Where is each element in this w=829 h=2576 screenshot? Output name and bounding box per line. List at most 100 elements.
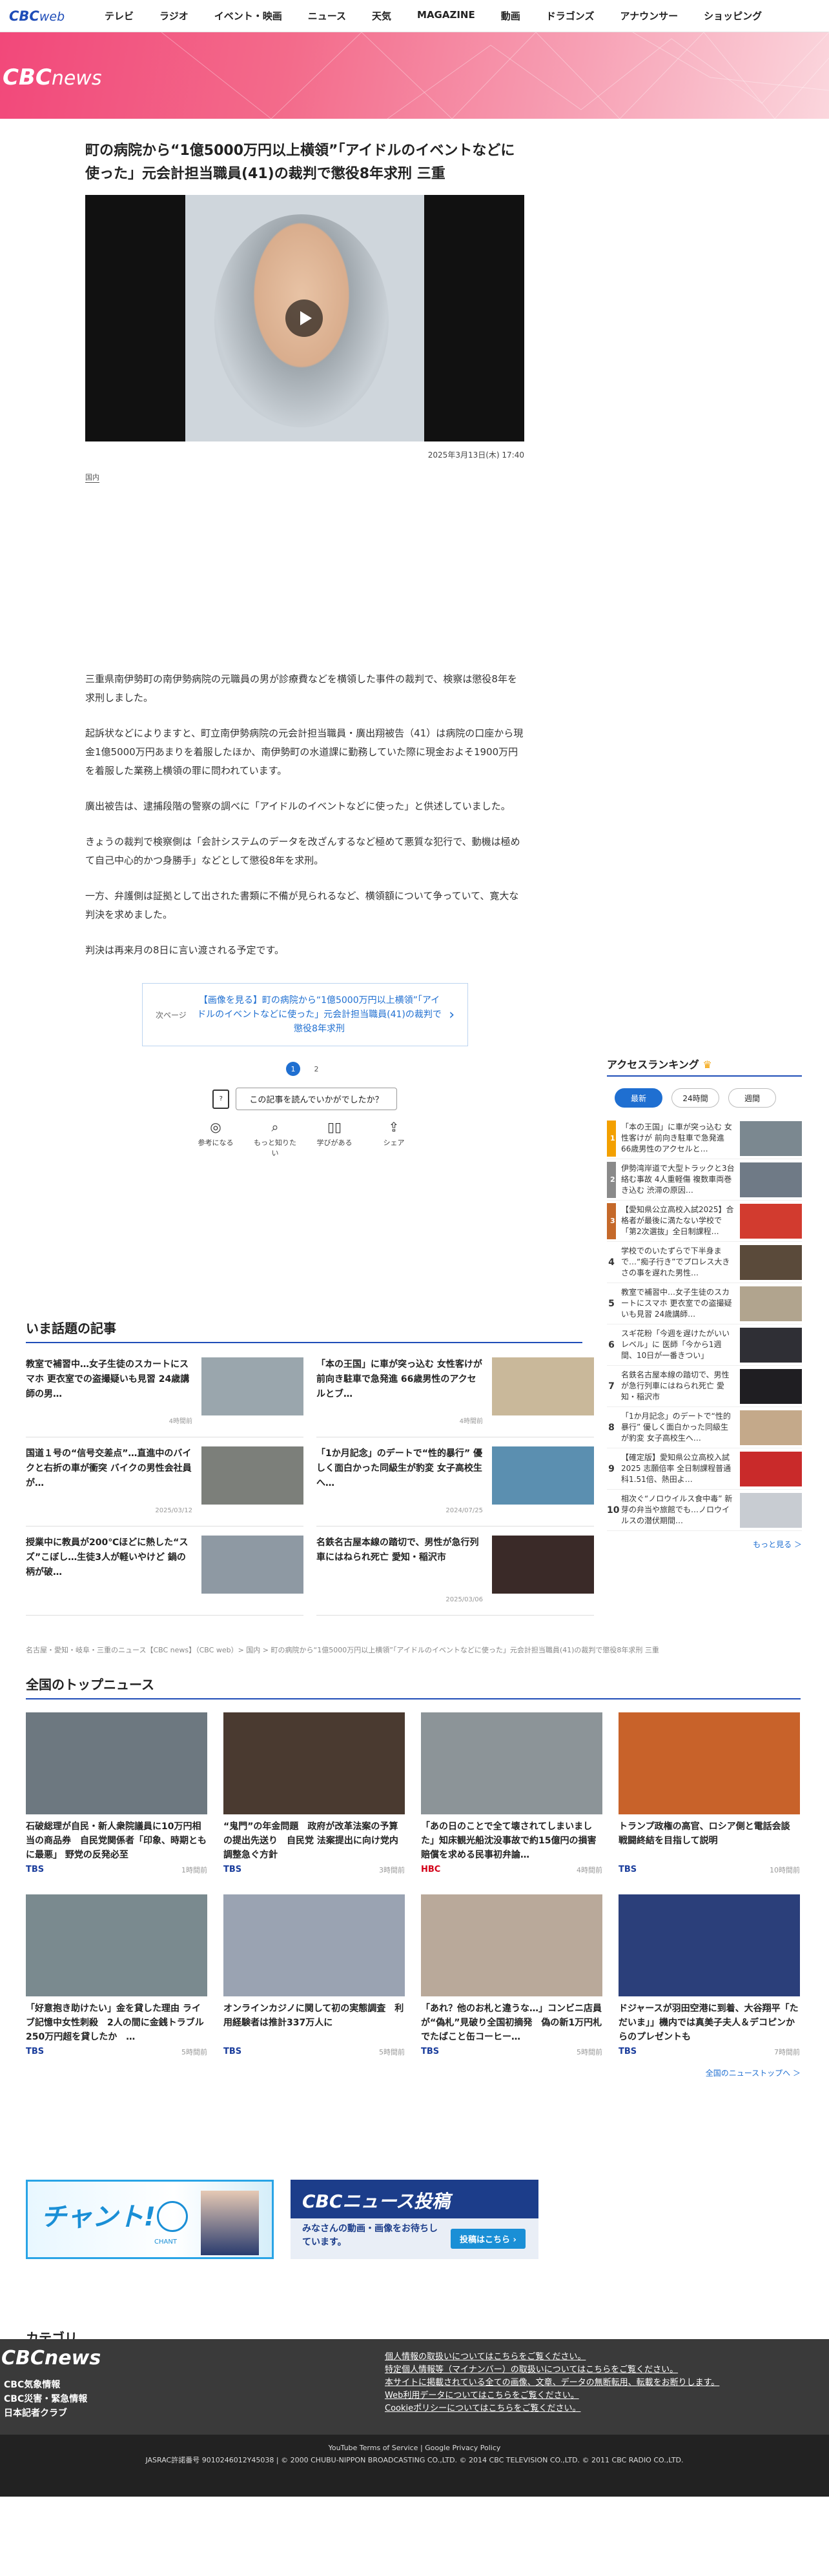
nav-item[interactable]: ショッピング	[691, 9, 775, 23]
nav-item[interactable]: イベント・映画	[201, 9, 295, 23]
nav-item[interactable]: MAGAZINE	[404, 9, 488, 23]
rank-number: 3	[610, 1217, 615, 1225]
ranking-item[interactable]: 6 スギ花粉「今週を遅けたがいいレベル」に 医師「今から1週間、10日が一番きつい…	[607, 1324, 802, 1366]
cbc-news-logo[interactable]: CBCnews	[3, 65, 101, 90]
footer-policy-link[interactable]: 本サイトに掲載されている全ての画像、文章、データの無断転用、転載をお断りします。	[385, 2377, 719, 2389]
top-news-card[interactable]: ドジャースが羽田空港に到着、大谷翔平「ただいま」」機内では真美子夫人＆デコピンか…	[619, 1894, 800, 2057]
rank-thumbnail	[740, 1203, 802, 1239]
ranking-item[interactable]: 9 【確定版】愛知県公立高校入試2025 志願倍率 全日制課程普通科1.51倍、熱…	[607, 1448, 802, 1490]
popular-item[interactable]: 「1か月記念」のデートで“性的暴行” 優しく面白かった同級生が豹変 女子高校生へ…	[316, 1446, 594, 1526]
top-news-image	[619, 1712, 800, 1814]
popular-thumbnail	[201, 1446, 303, 1505]
ranking-item[interactable]: 7 名鉄名古屋本線の踏切で、男性が急行列車にはねられ死亡 愛知・稲沢市	[607, 1366, 802, 1407]
source-name: HBC	[421, 1865, 441, 1874]
source-name: TBS	[619, 1865, 637, 1874]
footer-logo[interactable]: CBCnews	[1, 2347, 101, 2369]
ranking-list: 1 「本の王国」に車が突っ込む 女性客けが 前向き駐車で急発進 66歳男性のアクセ…	[607, 1118, 802, 1531]
footer-link[interactable]: CBC気象情報	[4, 2378, 87, 2392]
nav-item[interactable]: ラジオ	[147, 9, 201, 23]
popular-item[interactable]: 教室で補習中…女子生徒のスカートにスマホ 更衣室での盗撮疑いも見習 24歳講師の…	[26, 1357, 303, 1437]
feedback-question: この記事を読んでいかがでしたか？	[236, 1088, 397, 1110]
ranking-more-link[interactable]: もっと見る ＞	[607, 1539, 802, 1550]
popular-thumbnail	[201, 1357, 303, 1415]
ranking-heading-text: アクセスランキング	[607, 1059, 699, 1071]
footer-policy-link[interactable]: Web利用データについてはこちらをご覧ください。	[385, 2389, 719, 2402]
ranking-item[interactable]: 4 学校でのいたずらで下半身まで…“痴子行き”でプロレス大きさの事を遅れた男性…	[607, 1242, 802, 1283]
ranking-item[interactable]: 10 相次ぐ“ノロウイルス食中毒” 新芽の弁当や旅館でも…ノロウイルスの潜伏期間…	[607, 1490, 802, 1531]
nav-item[interactable]: ドラゴンズ	[533, 9, 608, 23]
nav-item[interactable]: 動画	[488, 9, 533, 23]
reaction-label: シェア	[383, 1139, 405, 1147]
rank-thumbnail	[740, 1121, 802, 1156]
ranking-item[interactable]: 5 教室で補習中…女子生徒のスカートにスマホ 更衣室での盗撮疑いも見習 24歳講師…	[607, 1283, 802, 1324]
lightbulb-icon: ◎	[210, 1119, 221, 1135]
tab-latest[interactable]: 最新	[615, 1088, 662, 1108]
nav-item[interactable]: 天気	[359, 9, 404, 23]
footer-link[interactable]: CBC災害・緊急情報	[4, 2392, 87, 2406]
popular-item[interactable]: 授業中に教員が200℃ほどに熱した“スズ”こぼし…生徒3人が軽いやけど 鍋の柄が…	[26, 1536, 303, 1616]
page-2[interactable]: 2	[309, 1062, 323, 1076]
global-nav: CBCweb テレビ ラジオ イベント・映画 ニュース 天気 MAGAZINE 動画 ドラゴン…	[0, 0, 829, 32]
reaction-label: もっと知りたい	[254, 1139, 296, 1157]
top-news-image	[619, 1894, 800, 1996]
reaction-know-more[interactable]: ⌕ もっと知りたい	[251, 1119, 299, 1158]
rank-title: 伊勢湾岸道で大型トラックと3台絡む事故 4人重軽傷 複数車両巻き込む 渋滞の原因…	[621, 1164, 735, 1195]
ranking-item[interactable]: 8 「1か月記念」のデートで“性的暴行” 優しく面白かった同級生が豹変 女子高校生…	[607, 1407, 802, 1448]
ranking-item[interactable]: 1 「本の王国」に車が突っ込む 女性客けが 前向き駐車で急発進 66歳男性のアクセ…	[607, 1118, 802, 1159]
ranking-item[interactable]: 3 【愛知県公立高校入試2025】合格者が最後に満たない学校で「第2次選抜」全日制…	[607, 1201, 802, 1242]
next-page-card[interactable]: 次ページ 【画像を見る】町の病院から“1億5000万円以上横領”「アイドルのイベ…	[142, 983, 468, 1046]
nav-item[interactable]: アナウンサー	[607, 9, 691, 23]
crown-icon: ♛	[702, 1059, 712, 1071]
top-news-card[interactable]: オンラインカジノに関して初の実態調査 利用経験者は推計337万人に TBS 5時間前	[223, 1894, 405, 2057]
top-news-more-link[interactable]: 全国のニューストップへ ＞	[26, 2067, 801, 2078]
top-news-card[interactable]: 石破総理が自民・新人衆院議員に10万円相当の商品券 自民党関係者「印象、時期とも…	[26, 1712, 207, 1875]
video-player[interactable]	[85, 195, 524, 441]
nav-item[interactable]: テレビ	[92, 9, 147, 23]
google-privacy-link[interactable]: Google Privacy Policy	[425, 2444, 500, 2452]
top-news-source: TBS 7時間前	[619, 2047, 800, 2057]
popular-item[interactable]: 名鉄名古屋本線の踏切で、男性が急行列車にはねられ死亡 愛知・稲沢市 2025/03…	[316, 1536, 594, 1616]
chant-banner[interactable]: チャント! CHANT	[26, 2180, 274, 2259]
footer-policy-link[interactable]: Cookieポリシーについてはこちらをご覧ください。	[385, 2402, 719, 2415]
ranking-item[interactable]: 2 伊勢湾岸道で大型トラックと3台絡む事故 4人重軽傷 複数車両巻き込む 渋滞の原…	[607, 1159, 802, 1201]
top-news-title: ドジャースが羽田空港に到着、大谷翔平「ただいま」」機内では真美子夫人＆デコピンか…	[619, 2003, 799, 2042]
footer-policy-link[interactable]: 個人情報の取扱いについてはこちらをご覧ください。	[385, 2351, 719, 2364]
nav-item[interactable]: ニュース	[295, 9, 359, 23]
top-news-card[interactable]: 「あれ？他のお札と違うな…」コンビニ店員が“偽札”見破り全国初摘発 偽の新1万円…	[421, 1894, 602, 2057]
top-news-time: 7時間前	[774, 2048, 800, 2056]
chant-logo: チャント!	[41, 2202, 156, 2232]
news-post-banner[interactable]: CBCニュース投稿 みなさんの動画・画像をお待ちしています。 投稿はこちら ›	[291, 2180, 538, 2259]
rank-title: 【愛知県公立高校入試2025】合格者が最後に満たない学校で「第2次選抜」全日制課…	[621, 1205, 734, 1236]
footer-policy-link[interactable]: 特定個人情報等（マイナンバー）の取扱いについてはこちらをご覧ください。	[385, 2364, 719, 2377]
nav-menu: テレビ ラジオ イベント・映画 ニュース 天気 MAGAZINE 動画 ドラゴンズ アナウンサー…	[92, 9, 775, 23]
access-ranking: アクセスランキング ♛ 最新 24時間 週間 1 「本の王国」に車が突っ込む 女性…	[607, 1056, 802, 1550]
youtube-terms-link[interactable]: YouTube Terms of Service	[329, 2444, 418, 2452]
popular-item[interactable]: 国道１号の“信号交差点”…直進中のバイクと右折の車が衝突 バイクの男性会社員が……	[26, 1446, 303, 1526]
top-news-source: HBC 4時間前	[421, 1865, 602, 1875]
reaction-share[interactable]: ⇪ シェア	[370, 1119, 418, 1158]
next-page-label: 次ページ	[156, 1010, 187, 1020]
top-news-image	[223, 1894, 405, 1996]
top-news-card[interactable]: 「好意抱き助けたい」金を貸した理由 ライブ記憶中女性刺殺 2人の間に金銭トラブル…	[26, 1894, 207, 2057]
top-news-title: 「あれ？他のお札と違うな…」コンビニ店員が“偽札”見破り全国初摘発 偽の新1万円…	[421, 2003, 602, 2042]
popular-time: 4時間前	[169, 1418, 192, 1425]
reaction-learn[interactable]: ▯▯ 学びがある	[311, 1119, 358, 1158]
tab-weekly[interactable]: 週間	[728, 1088, 776, 1108]
category-tag[interactable]: 国内	[85, 472, 99, 483]
popular-time: 2025/03/12	[155, 1507, 192, 1514]
top-news-card[interactable]: 「あの日のことで全て壊されてしまいました」知床観光船沈没事故で約15億円の損害賠…	[421, 1712, 602, 1875]
reaction-helpful[interactable]: ◎ 参考になる	[192, 1119, 240, 1158]
tab-24h[interactable]: 24時間	[671, 1088, 719, 1108]
top-news-card[interactable]: “鬼門”の年金問題 政府が改革法案の予算の提出先送り 自民党 法案提出に向け党内…	[223, 1712, 405, 1875]
article-paragraph: 判決は再来月の8日に言い渡される予定です。	[85, 944, 285, 956]
footer-link[interactable]: 日本記者クラブ	[4, 2406, 87, 2420]
top-news-source: TBS 1時間前	[26, 1865, 207, 1875]
page-1[interactable]: 1	[286, 1062, 300, 1076]
popular-item[interactable]: 「本の王国」に車が突っ込む 女性客けが 前向き駐車で急発進 66歳男性のアクセル…	[316, 1357, 594, 1437]
post-button[interactable]: 投稿はこちら ›	[451, 2229, 526, 2249]
rank-thumbnail	[740, 1492, 802, 1528]
play-icon[interactable]	[285, 299, 323, 337]
cbc-web-logo[interactable]: CBCweb	[9, 8, 92, 24]
top-news-source: TBS 5時間前	[26, 2047, 207, 2057]
top-news-card[interactable]: トランプ政権の高官、ロシア側と電話会談 戦闘終結を目指して説明 TBS 10時間前	[619, 1712, 800, 1875]
